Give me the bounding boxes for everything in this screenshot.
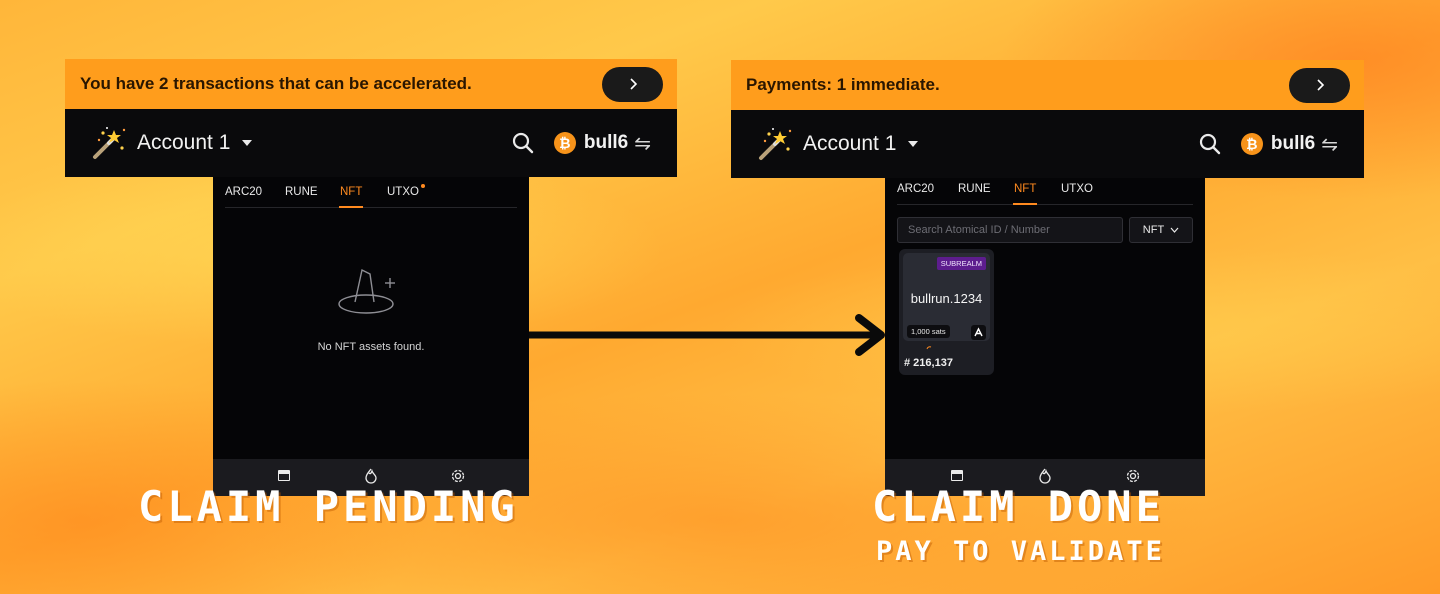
- tab-utxo[interactable]: UTXO: [387, 184, 425, 198]
- user-name[interactable]: bull6: [584, 132, 628, 154]
- banner-text: You have 2 transactions that can be acce…: [80, 74, 472, 93]
- tab-label: RUNE: [958, 183, 991, 195]
- header-actions: ₿ bull6 ⇋: [512, 131, 651, 156]
- tab-label: NFT: [1014, 183, 1037, 195]
- nft-panel-empty: ARC20 RUNE NFT UTXO No NFT assets found.: [213, 177, 529, 496]
- search-icon[interactable]: [512, 132, 534, 154]
- header-actions: ₿ bull6 ⇋: [1199, 132, 1338, 157]
- nft-card-preview: SUBREALM bullrun.1234 1,000 sats: [903, 253, 990, 341]
- payments-banner: Payments: 1 immediate.: [731, 60, 1364, 110]
- bitcoin-icon: ₿: [1240, 133, 1263, 155]
- banner-next-button[interactable]: [602, 66, 663, 102]
- loading-icon: [926, 346, 932, 350]
- banner-text: Payments: 1 immediate.: [746, 75, 940, 94]
- witch-hat-icon: [338, 268, 395, 314]
- tab-label: UTXO: [387, 186, 419, 198]
- notification-dot: [420, 184, 425, 188]
- subrealm-badge: SUBREALM: [936, 257, 986, 270]
- arrow-right-icon: [529, 314, 885, 356]
- tab-label: UTXO: [1061, 183, 1093, 195]
- magic-wand-icon: [93, 127, 126, 159]
- atom-icon: [971, 325, 986, 340]
- tab-utxo[interactable]: UTXO: [1061, 183, 1093, 195]
- active-tab-indicator: [1013, 203, 1038, 205]
- magic-wand-icon: [759, 128, 792, 160]
- account-name: Account 1: [137, 131, 231, 154]
- swap-icon[interactable]: ⇋: [1321, 132, 1338, 157]
- tab-label: ARC20: [897, 183, 935, 195]
- acceleration-banner: You have 2 transactions that can be acce…: [65, 59, 677, 109]
- search-icon[interactable]: [1199, 133, 1221, 155]
- account-switcher[interactable]: Account 1: [89, 124, 253, 162]
- swap-icon[interactable]: ⇋: [634, 131, 651, 156]
- chevron-right-icon: [1316, 79, 1324, 91]
- caption-claim-pending: CLAIM PENDING: [138, 482, 519, 531]
- caret-down-icon: [242, 140, 253, 146]
- chevron-down-icon: [1170, 227, 1179, 233]
- app-header: Account 1 ₿ bull6 ⇋: [731, 110, 1364, 178]
- account-switcher[interactable]: Account 1: [755, 125, 919, 163]
- tab-nft[interactable]: NFT: [1013, 183, 1038, 205]
- tab-arc20[interactable]: ARC20: [897, 183, 934, 195]
- tab-label: NFT: [340, 186, 363, 198]
- tab-rune[interactable]: RUNE: [285, 186, 318, 198]
- nft-number: # 216,137: [904, 357, 953, 369]
- user-name[interactable]: bull6: [1271, 133, 1315, 155]
- empty-state-message: No NFT assets found.: [317, 341, 425, 353]
- atomical-search-input[interactable]: Search Atomical ID / Number: [897, 217, 1123, 243]
- nft-panel-filled: ARC20 RUNE NFT UTXO Search Atomical ID /…: [885, 178, 1205, 496]
- active-tab-indicator: [339, 206, 364, 208]
- banner-next-button[interactable]: [1289, 67, 1350, 103]
- caret-down-icon: [908, 141, 919, 147]
- nft-price: 1,000 sats: [907, 325, 950, 338]
- tab-label: RUNE: [285, 186, 318, 198]
- caption-claim-done: CLAIM DONE: [872, 482, 1165, 531]
- nft-card[interactable]: SUBREALM bullrun.1234 1,000 sats # 216,1…: [899, 249, 994, 375]
- account-name: Account 1: [803, 132, 897, 155]
- tab-rune[interactable]: RUNE: [958, 183, 991, 195]
- asset-tabs: ARC20 RUNE NFT UTXO: [897, 178, 1193, 205]
- tab-arc20[interactable]: ARC20: [225, 186, 262, 198]
- select-value: NFT: [1142, 224, 1165, 236]
- bitcoin-icon: ₿: [553, 132, 576, 154]
- app-header: Account 1 ₿ bull6 ⇋: [65, 109, 677, 177]
- nft-filter-select[interactable]: NFT: [1129, 217, 1193, 243]
- tab-label: ARC20: [225, 186, 263, 198]
- tab-nft[interactable]: NFT: [339, 186, 364, 208]
- nft-name: bullrun.1234: [910, 291, 983, 306]
- chevron-right-icon: [629, 78, 637, 90]
- caption-pay-to-validate: PAY TO VALIDATE: [876, 536, 1165, 567]
- asset-tabs: ARC20 RUNE NFT UTXO: [225, 177, 517, 208]
